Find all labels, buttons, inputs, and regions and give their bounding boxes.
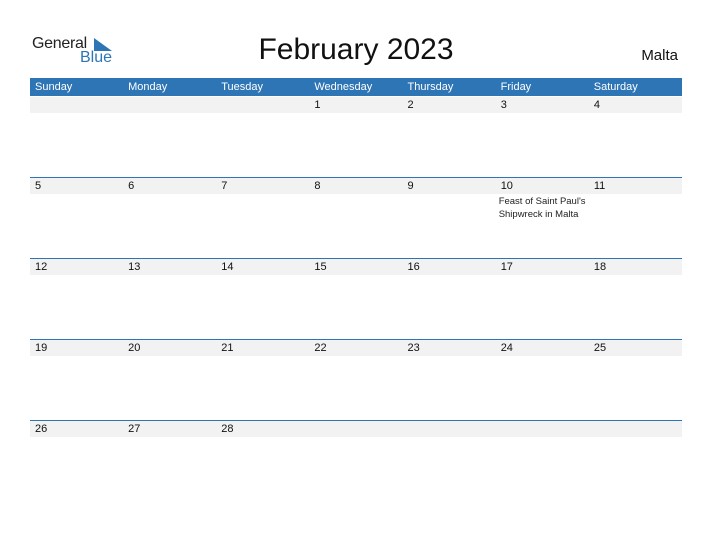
- day-cell: 7: [216, 178, 309, 259]
- day-number: 17: [500, 261, 513, 273]
- day-number: 13: [128, 261, 141, 273]
- day-number: 6: [128, 180, 135, 192]
- day-number: 27: [128, 423, 141, 435]
- day-cell: [589, 421, 682, 502]
- day-number: 15: [314, 261, 327, 273]
- weekday-friday: Friday: [500, 81, 532, 93]
- day-number: 7: [221, 180, 228, 192]
- day-cell: 18: [589, 259, 682, 340]
- day-number: 1: [314, 99, 321, 111]
- day-cell: [309, 421, 402, 502]
- day-cell: 2: [403, 97, 496, 178]
- day-number: 14: [221, 261, 234, 273]
- week-row: 12 13 14 15 16 17 18: [30, 258, 682, 340]
- page-title: February 2023: [258, 33, 454, 66]
- week-row: 5 6 7 8 9 10 Feast of Saint Paul's Shipwreck i…: [30, 177, 682, 259]
- day-number: 18: [593, 261, 607, 273]
- holiday-event: Feast of Saint Paul's Shipwreck in Malta: [498, 196, 586, 220]
- day-cell: 28: [216, 421, 309, 502]
- day-cell: 1: [309, 97, 402, 178]
- day-number: 25: [593, 342, 607, 354]
- weekday-saturday: Saturday: [593, 81, 638, 93]
- day-number: 12: [35, 261, 48, 273]
- day-cell: 10 Feast of Saint Paul's Shipwreck in Mal…: [496, 178, 589, 259]
- day-number: 11: [593, 180, 606, 192]
- day-cell: 24: [496, 340, 589, 421]
- day-cell: [216, 97, 309, 178]
- day-number: 24: [500, 342, 513, 354]
- day-cell: 21: [216, 340, 309, 421]
- weekday-wednesday: Wednesday: [314, 81, 373, 93]
- week-row: 1 2 3 4: [30, 97, 682, 178]
- day-number: 9: [407, 180, 414, 192]
- day-cell: [123, 97, 216, 178]
- weekday-tuesday: Tuesday: [221, 81, 264, 93]
- day-cell: [30, 97, 123, 178]
- day-cell: 15: [309, 259, 402, 340]
- day-cell: 27: [123, 421, 216, 502]
- day-cell: 25: [589, 340, 682, 421]
- weekday-header: Sunday Monday Tuesday Wednesday Thursday Frid…: [30, 78, 682, 96]
- day-cell: 22: [309, 340, 402, 421]
- day-cell: 5: [30, 178, 123, 259]
- day-cell: [496, 421, 589, 502]
- week-row: 19 20 21 22 23 24 25: [30, 339, 682, 421]
- day-cell: 6: [123, 178, 216, 259]
- day-number: 8: [314, 180, 321, 192]
- day-cell: 14: [216, 259, 309, 340]
- weekday-sunday: Sunday: [35, 81, 73, 93]
- week-row: 26 27 28: [30, 420, 682, 502]
- day-number: 20: [128, 342, 141, 354]
- day-number: 22: [314, 342, 327, 354]
- weekday-thursday: Thursday: [407, 81, 454, 93]
- day-cell: 8: [309, 178, 402, 259]
- day-number: 4: [593, 99, 600, 111]
- day-cell: 16: [403, 259, 496, 340]
- day-number: 2: [407, 99, 414, 111]
- day-number: 10: [500, 180, 513, 192]
- day-cell: 12: [30, 259, 123, 340]
- day-number: 23: [407, 342, 420, 354]
- day-number: 3: [500, 99, 507, 111]
- day-number: 21: [221, 342, 234, 354]
- day-cell: 3: [496, 97, 589, 178]
- day-number: 19: [35, 342, 48, 354]
- day-cell: 17: [496, 259, 589, 340]
- weekday-monday: Monday: [128, 81, 168, 93]
- country-label: Malta: [641, 47, 678, 64]
- day-cell: 26: [30, 421, 123, 502]
- day-cell: 20: [123, 340, 216, 421]
- day-cell: 9: [403, 178, 496, 259]
- day-cell: 13: [123, 259, 216, 340]
- day-cell: 19: [30, 340, 123, 421]
- day-cell: 23: [403, 340, 496, 421]
- day-number: 26: [35, 423, 48, 435]
- day-number: 28: [221, 423, 234, 435]
- day-cell: [403, 421, 496, 502]
- day-cell: 11: [589, 178, 682, 259]
- day-cell: 4: [589, 97, 682, 178]
- day-number: 16: [407, 261, 420, 273]
- day-number: 5: [35, 180, 42, 192]
